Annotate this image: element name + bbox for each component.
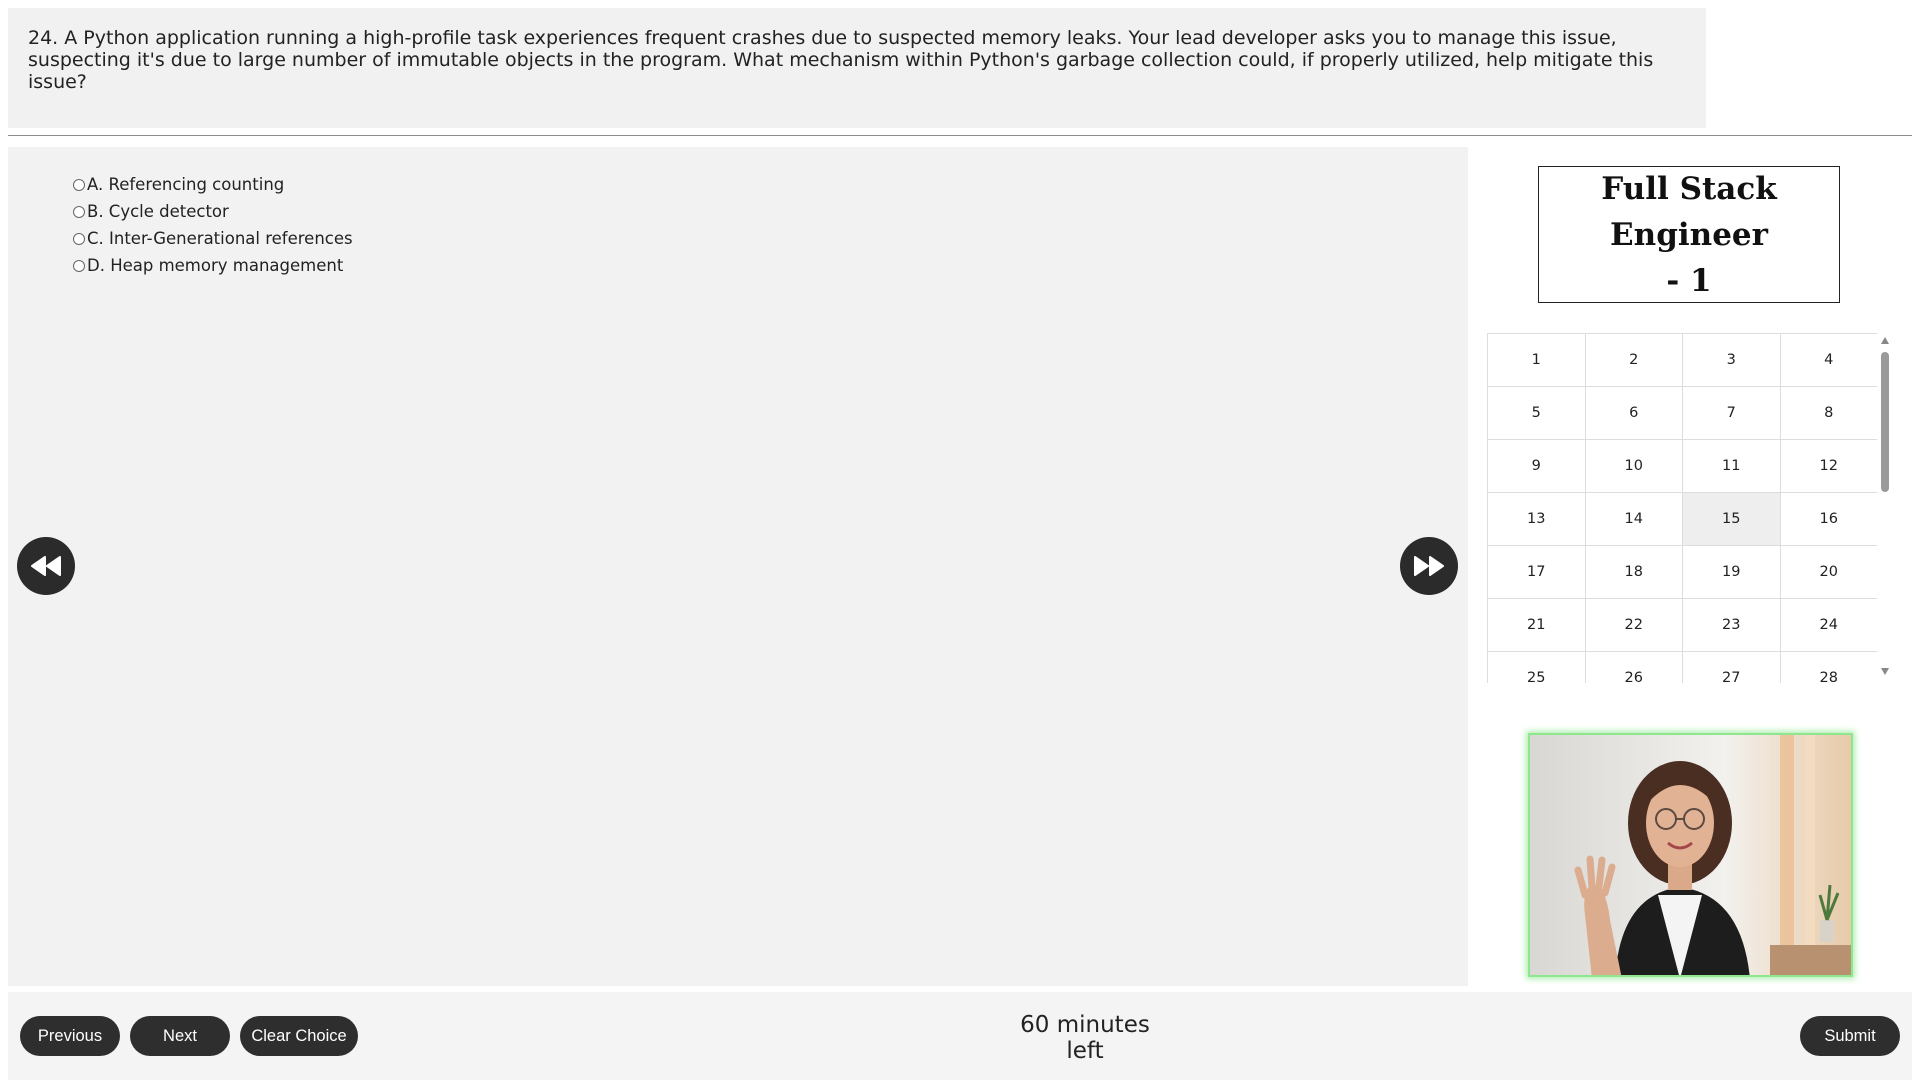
question-number-cell[interactable]: 18 [1585,546,1683,599]
question-number-cell[interactable]: 12 [1780,440,1877,493]
question-text: 24. A Python application running a high-… [28,27,1654,93]
question-number-cell[interactable]: 26 [1585,652,1683,683]
question-number-cell[interactable]: 11 [1683,440,1781,493]
radio-button[interactable] [73,259,85,272]
answer-options: A. Referencing counting B. Cycle detecto… [73,171,353,279]
question-number-cell[interactable]: 7 [1683,387,1781,440]
next-button[interactable]: Next [130,1016,230,1056]
question-number-cell[interactable]: 14 [1585,493,1683,546]
previous-button[interactable]: Previous [20,1016,120,1056]
question-number-cell[interactable]: 16 [1780,493,1877,546]
question-number-cell[interactable]: 4 [1780,334,1877,387]
question-navigator: 1 2 3 4 5 6 7 8 9 10 11 12 13 14 15 16 17 18 19 20 21 22 23 24 2… [1487,333,1877,683]
question-number-cell[interactable]: 17 [1488,546,1586,599]
question-number-cell[interactable]: 13 [1488,493,1586,546]
question-number-cell[interactable]: 27 [1683,652,1781,683]
scroll-down-icon[interactable] [1881,668,1889,675]
question-number-cell[interactable]: 2 [1585,334,1683,387]
grid-scrollbar[interactable] [1878,333,1892,683]
question-number-cell[interactable]: 10 [1585,440,1683,493]
exam-title: Full Stack Engineer - 1 [1538,166,1840,303]
option-c[interactable]: C. Inter-Generational references [73,225,353,252]
question-number-cell[interactable]: 23 [1683,599,1781,652]
question-number-cell[interactable]: 15 [1683,493,1781,546]
rewind-icon [31,556,61,576]
question-number-cell[interactable]: 6 [1585,387,1683,440]
option-label: C. Inter-Generational references [87,229,353,248]
scroll-up-icon[interactable] [1881,337,1889,344]
option-label: D. Heap memory management [87,256,344,275]
next-question-arrow[interactable] [1400,537,1458,595]
question-number-cell[interactable]: 9 [1488,440,1586,493]
webcam-image [1530,735,1851,975]
question-number-cell[interactable]: 24 [1780,599,1877,652]
radio-button[interactable] [73,232,85,245]
option-label: A. Referencing counting [87,175,285,194]
option-label: B. Cycle detector [87,202,229,221]
clear-choice-button[interactable]: Clear Choice [240,1016,358,1056]
question-panel: 24. A Python application running a high-… [8,8,1706,128]
option-a[interactable]: A. Referencing counting [73,171,353,198]
question-number-cell[interactable]: 28 [1780,652,1877,683]
scroll-thumb[interactable] [1881,352,1889,492]
answer-panel: A. Referencing counting B. Cycle detecto… [8,147,1468,986]
question-number-cell[interactable]: 20 [1780,546,1877,599]
option-d[interactable]: D. Heap memory management [73,252,353,279]
previous-question-arrow[interactable] [17,537,75,595]
question-number-cell[interactable]: 3 [1683,334,1781,387]
webcam-preview [1528,733,1853,977]
fast-forward-icon [1414,556,1444,576]
radio-button[interactable] [73,178,85,191]
question-number-cell[interactable]: 1 [1488,334,1586,387]
time-remaining: 60 minutes left [1020,1012,1150,1064]
question-number-cell[interactable]: 25 [1488,652,1586,683]
question-number-cell[interactable]: 19 [1683,546,1781,599]
radio-button[interactable] [73,205,85,218]
question-grid: 1 2 3 4 5 6 7 8 9 10 11 12 13 14 15 16 17 18 19 20 21 22 23 24 2… [1487,333,1877,683]
question-number-cell[interactable]: 22 [1585,599,1683,652]
divider [8,135,1912,136]
exam-title-line1: Full Stack Engineer [1601,170,1777,253]
exam-title-line2: - 1 [1666,262,1712,299]
submit-button[interactable]: Submit [1800,1016,1900,1056]
question-number-cell[interactable]: 8 [1780,387,1877,440]
question-number-cell[interactable]: 21 [1488,599,1586,652]
option-b[interactable]: B. Cycle detector [73,198,353,225]
question-number-cell[interactable]: 5 [1488,387,1586,440]
